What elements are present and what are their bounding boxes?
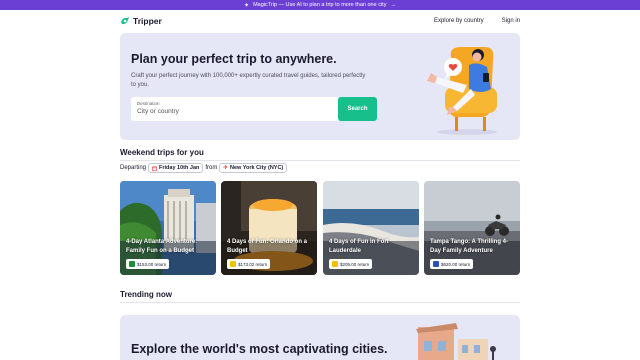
arrow-right-icon: →: [390, 2, 396, 8]
promo-banner[interactable]: ✦ MagicTrip — Use AI to plan a trip to m…: [0, 0, 640, 10]
hero-section: Plan your perfect trip to anywhere. Craf…: [120, 33, 520, 140]
airline-flag-icon: [129, 261, 135, 267]
trip-card-atlanta[interactable]: 4-Day Atlanta Adventure: Family Fun on a…: [120, 181, 216, 275]
departing-label: Departing: [120, 165, 147, 171]
top-nav: Tripper Explore by country Sign in: [0, 10, 640, 34]
trip-card-tampa[interactable]: Tampa Tango: A Thrilling 4-Day Family Ad…: [424, 181, 520, 275]
trending-hero-title: Explore the world's most captivating cit…: [131, 342, 388, 356]
nav-link-explore-by-country[interactable]: Explore by country: [434, 18, 484, 24]
destination-input[interactable]: [137, 108, 327, 115]
trip-card-price-tag: $153.00 return: [126, 259, 170, 269]
nav-link-sign-in[interactable]: Sign in: [502, 18, 520, 24]
section-divider: [120, 160, 520, 161]
destination-search-field[interactable]: Destination: [131, 97, 339, 121]
weekend-trip-cards: 4-Day Atlanta Adventure: Family Fun on a…: [120, 181, 520, 275]
origin-city-picker[interactable]: ✈ New York City (NYC): [219, 163, 288, 173]
traveler-armchair-illustration: [427, 47, 497, 135]
trending-heading: Trending now: [120, 290, 172, 299]
trip-card-title: 4 Days of Fun in Fort Lauderdale: [329, 239, 389, 254]
hero-title: Plan your perfect trip to anywhere.: [131, 52, 337, 66]
trip-card-price-tag: $620.00 return: [430, 259, 474, 269]
trip-card-title: 4-Day Atlanta Adventure: Family Fun on a…: [126, 239, 198, 254]
city-buildings-illustration: [416, 323, 496, 360]
trip-card-orlando[interactable]: 4 Days of Fun: Orlando on a Budget $173.…: [221, 181, 317, 275]
section-divider: [120, 302, 520, 303]
airline-flag-icon: [433, 261, 439, 267]
trip-card-fort-lauderdale[interactable]: 4 Days of Fun in Fort Lauderdale $205.00…: [323, 181, 419, 275]
hero-subtitle: Craft your perfect journey with 100,000+…: [131, 73, 366, 88]
departure-date: Friday 10th Jan: [159, 165, 200, 171]
trip-card-price: $620.00 return: [441, 261, 471, 267]
search-button[interactable]: Search: [338, 97, 377, 121]
plane-icon: ✈: [223, 165, 228, 171]
trip-card-price-tag: $205.00 return: [329, 259, 373, 269]
logo-icon: [121, 17, 129, 25]
trip-card-title: 4 Days of Fun: Orlando on a Budget: [227, 239, 308, 254]
origin-city: New York City (NYC): [229, 165, 284, 171]
trip-card-price-tag: $173.02 return: [227, 259, 271, 269]
destination-label: Destination: [137, 101, 160, 106]
sparkle-icon: ✦: [244, 2, 250, 9]
airline-flag-icon: [230, 261, 236, 267]
trip-card-price: $205.00 return: [340, 261, 370, 267]
trending-hero: Explore the world's most captivating cit…: [120, 315, 520, 360]
logo[interactable]: Tripper: [120, 16, 162, 26]
departing-filter: Departing Friday 10th Jan from ✈ New Yor…: [120, 163, 288, 173]
trip-card-price: $173.02 return: [238, 261, 268, 267]
calendar-icon: [152, 166, 158, 171]
trip-card-title: Tampa Tango: A Thrilling 4-Day Family Ad…: [430, 239, 508, 254]
weekend-trips-heading: Weekend trips for you: [120, 148, 204, 157]
logo-text: Tripper: [133, 16, 162, 26]
promo-banner-text: MagicTrip — Use AI to plan a trip to mor…: [253, 2, 387, 8]
departure-date-picker[interactable]: Friday 10th Jan: [148, 163, 204, 173]
airline-flag-icon: [332, 261, 338, 267]
from-label: from: [205, 165, 218, 171]
trip-card-price: $153.00 return: [137, 261, 167, 267]
